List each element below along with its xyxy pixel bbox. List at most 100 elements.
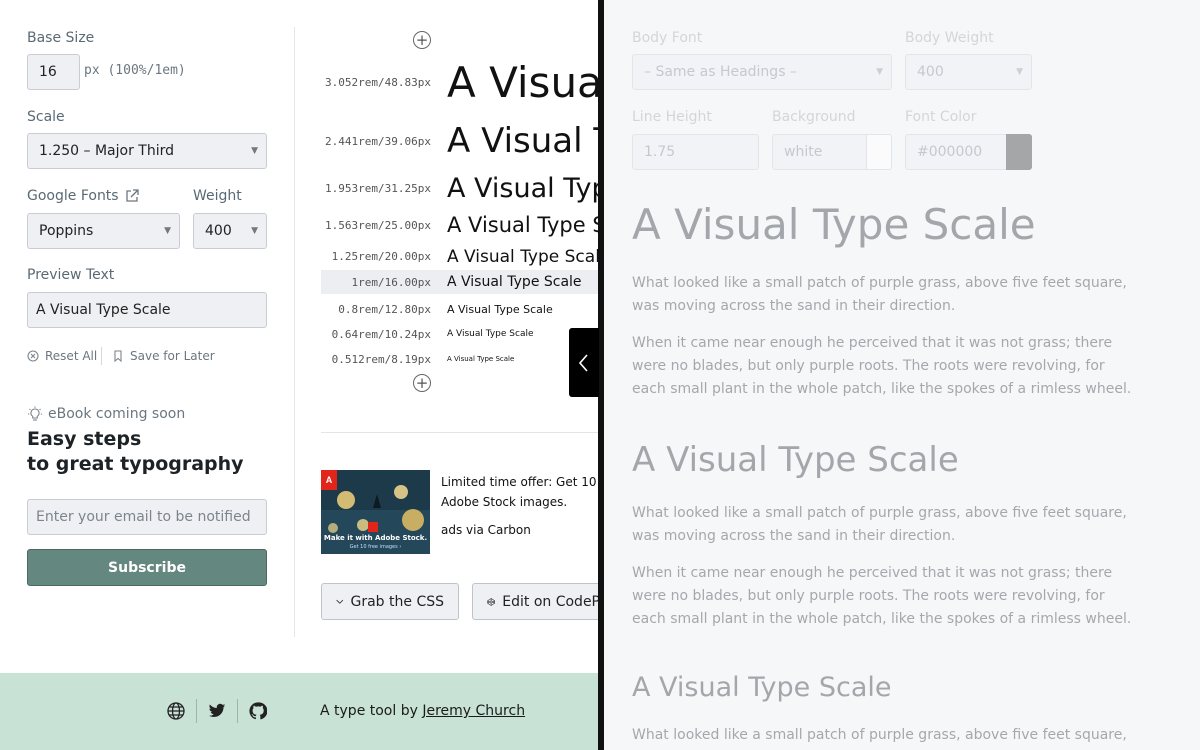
scale-label: Scale	[27, 109, 65, 125]
line-height-label: Line Height	[632, 109, 712, 125]
scale-row-size: 1.953rem/31.25px	[325, 181, 431, 195]
github-icon[interactable]	[249, 702, 267, 720]
grab-css-button[interactable]: Grab the CSS	[321, 583, 459, 620]
font-value: Poppins	[39, 223, 94, 239]
scale-row-size: 0.8rem/12.80px	[338, 302, 431, 316]
line-height-input[interactable]: 1.75	[632, 134, 759, 170]
base-size-value: 16	[39, 64, 57, 80]
scale-row-sample: A Visual Type Scale	[447, 302, 553, 316]
drawer-toggle-button[interactable]	[569, 328, 599, 397]
preview-text-value: A Visual Type Scale	[36, 302, 171, 318]
font-color-swatch[interactable]	[1006, 134, 1032, 170]
scale-row-sample: A Visual Type Scale	[447, 246, 601, 267]
ebook-badge-text: eBook coming soon	[48, 406, 186, 422]
ad-image-subcaption: Get 10 free images ›	[349, 544, 402, 550]
ads-via-carbon-link[interactable]: ads via Carbon	[441, 523, 531, 537]
body-font-select[interactable]: – Same as Headings – ▼	[632, 54, 892, 90]
promo-title-line1: Easy steps	[27, 428, 142, 450]
svg-text:A: A	[326, 475, 333, 485]
scale-row[interactable]: 0.512rem/8.19px A Visual Type Scale	[321, 350, 601, 368]
chevron-down-icon: ▼	[251, 226, 258, 236]
background-label: Background	[772, 109, 856, 125]
divider	[101, 347, 102, 365]
bookmark-icon	[114, 350, 122, 362]
weight-select[interactable]: 400 ▼	[193, 213, 267, 249]
add-step-above-button[interactable]: +	[413, 31, 431, 49]
ebook-badge: eBook coming soon	[27, 406, 185, 422]
scale-row-sample: A Visual Type Scale	[447, 355, 515, 363]
body-font-value: – Same as Headings –	[644, 64, 797, 80]
ad-line-1: Limited time offer: Get 10 free	[441, 475, 625, 489]
footer: A type tool by Jeremy Church	[0, 673, 600, 750]
external-link-icon[interactable]	[125, 189, 139, 203]
section-divider	[321, 432, 600, 433]
scale-row[interactable]: 2.441rem/39.06px A Visual Type Scale	[321, 120, 601, 162]
subscribe-button[interactable]: Subscribe	[27, 549, 267, 586]
base-size-label: Base Size	[27, 30, 95, 46]
background-value: white	[784, 144, 823, 160]
ad-image[interactable]: A Make it with Adobe Stock. Get 10 free …	[321, 470, 430, 554]
email-placeholder: Enter your email to be notified	[36, 509, 251, 525]
scale-row[interactable]: 1.953rem/31.25px A Visual Type Scale	[321, 170, 601, 206]
chevron-down-icon	[336, 599, 344, 604]
codepen-icon	[487, 597, 495, 606]
weight-label: Weight	[193, 188, 242, 204]
preview-text-input[interactable]: A Visual Type Scale	[27, 292, 267, 328]
twitter-icon[interactable]	[208, 702, 226, 720]
promo-title-line2: to great typography	[27, 453, 244, 475]
preview-heading-3: A Visual Type Scale	[632, 672, 892, 703]
scale-row[interactable]: 3.052rem/48.83px A Visual Type Scale	[321, 57, 601, 107]
chevron-down-icon: ▼	[164, 226, 171, 236]
save-for-later-label: Save for Later	[130, 349, 215, 363]
chevron-down-icon: ▼	[1016, 67, 1023, 77]
ad-image-caption: Make it with Adobe Stock.	[323, 534, 428, 542]
reset-all-button[interactable]: Reset All	[27, 349, 97, 363]
scale-value: 1.250 – Major Third	[39, 143, 175, 159]
scale-row[interactable]: 1.563rem/25.00px A Visual Type Scale	[321, 210, 601, 240]
globe-icon[interactable]	[167, 702, 185, 720]
scale-row-sample: A Visual Type Scale	[447, 213, 601, 237]
credit: A type tool by Jeremy Church	[320, 703, 525, 719]
ad-line-2: Adobe Stock images.	[441, 495, 568, 509]
save-for-later-button[interactable]: Save for Later	[112, 349, 215, 363]
scale-row[interactable]: 0.64rem/10.24px A Visual Type Scale	[321, 324, 601, 344]
add-step-below-button[interactable]: +	[413, 374, 431, 392]
scale-row-base[interactable]: 1rem/16.00px A Visual Type Scale	[321, 270, 601, 294]
scale-row[interactable]: 0.8rem/12.80px A Visual Type Scale	[321, 298, 601, 320]
scale-row-sample: A Visual Type Scale	[447, 274, 582, 290]
chevron-down-icon: ▼	[876, 67, 883, 77]
scale-row-sample: A Visual Type Scale	[447, 121, 601, 161]
base-size-input[interactable]: 16	[27, 54, 80, 90]
ad-copy[interactable]: Limited time offer: Get 10 free Adobe St…	[441, 472, 624, 512]
body-weight-label: Body Weight	[905, 30, 994, 46]
scale-row-size: 1rem/16.00px	[351, 275, 431, 289]
line-height-value: 1.75	[644, 144, 676, 160]
scale-select[interactable]: 1.250 – Major Third ▼	[27, 133, 267, 169]
font-color-input[interactable]: #000000	[905, 134, 1007, 170]
scale-row-size: 0.512rem/8.19px	[331, 352, 431, 366]
weight-value: 400	[205, 223, 232, 239]
body-weight-select[interactable]: 400 ▼	[905, 54, 1032, 90]
body-font-label: Body Font	[632, 30, 703, 46]
preview-text-label: Preview Text	[27, 267, 115, 283]
scale-row[interactable]: 1.25rem/20.00px A Visual Type Scale	[321, 244, 601, 269]
background-input[interactable]: white	[772, 134, 867, 170]
close-circle-icon	[27, 350, 39, 362]
body-weight-value: 400	[917, 64, 944, 80]
font-select[interactable]: Poppins ▼	[27, 213, 180, 249]
author-link[interactable]: Jeremy Church	[422, 703, 525, 719]
divider	[237, 699, 238, 723]
background-swatch[interactable]	[866, 134, 892, 170]
chevron-left-icon	[579, 353, 588, 372]
scale-row-sample: A Visual Type Scale	[447, 57, 601, 107]
google-fonts-label: Google Fonts	[27, 188, 119, 204]
preview-paragraph-1: What looked like a small patch of purple…	[632, 505, 1127, 544]
scale-row-size: 3.052rem/48.83px	[325, 75, 431, 89]
preview-heading-2: A Visual Type Scale	[632, 440, 959, 480]
scale-row-size: 2.441rem/39.06px	[325, 134, 431, 148]
font-color-label: Font Color	[905, 109, 977, 125]
preview-paragraph-2: When it came near enough he perceived th…	[632, 335, 1132, 397]
email-field[interactable]: Enter your email to be notified	[27, 499, 267, 535]
lightbulb-icon	[28, 406, 42, 421]
divider	[196, 699, 197, 723]
